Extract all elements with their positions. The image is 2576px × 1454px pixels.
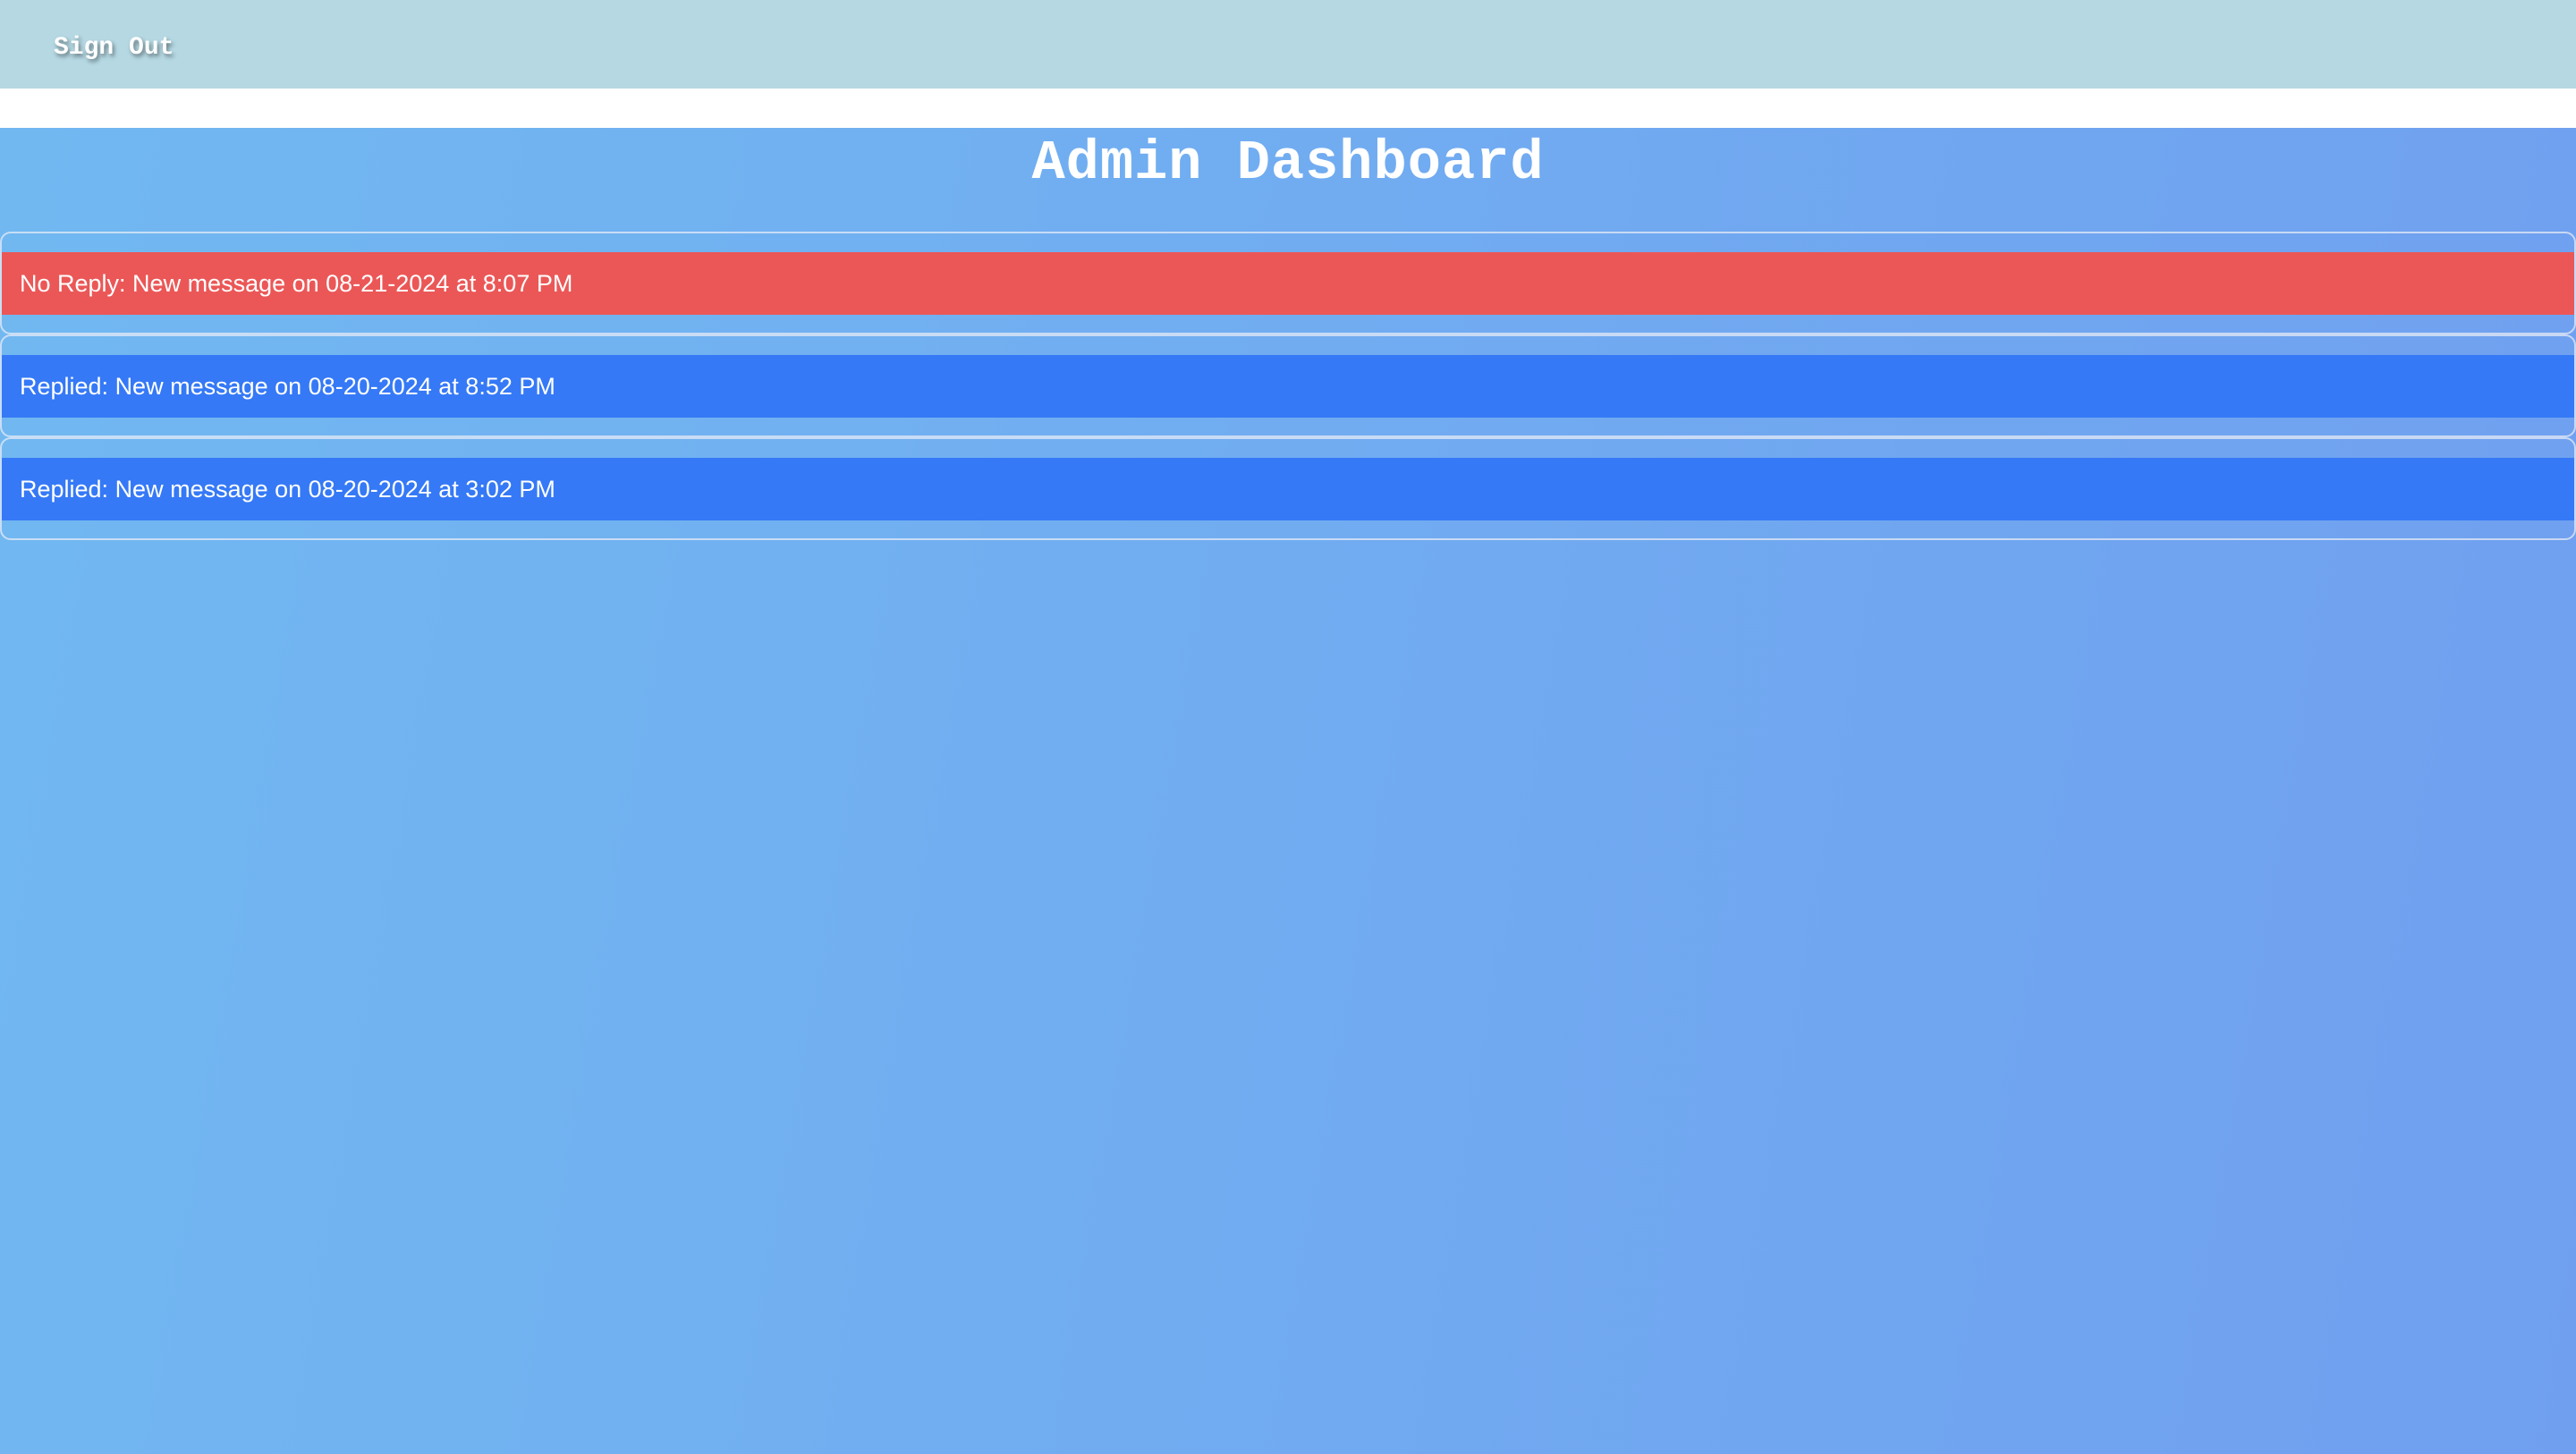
- message-item-replied[interactable]: Replied: New message on 08-20-2024 at 8:…: [2, 355, 2574, 418]
- sign-out-button[interactable]: Sign Out: [36, 27, 191, 69]
- top-bar: Sign Out: [0, 0, 2576, 89]
- message-item-replied[interactable]: Replied: New message on 08-20-2024 at 3:…: [2, 458, 2574, 520]
- message-list: No Reply: New message on 08-21-2024 at 8…: [0, 232, 2576, 540]
- message-card: Replied: New message on 08-20-2024 at 8:…: [0, 334, 2576, 437]
- message-card: No Reply: New message on 08-21-2024 at 8…: [0, 232, 2576, 334]
- page-title: Admin Dashboard: [1031, 131, 1545, 195]
- message-card: Replied: New message on 08-20-2024 at 3:…: [0, 437, 2576, 540]
- message-item-no-reply[interactable]: No Reply: New message on 08-21-2024 at 8…: [2, 252, 2574, 315]
- dashboard-main: Admin Dashboard No Reply: New message on…: [0, 128, 2576, 1454]
